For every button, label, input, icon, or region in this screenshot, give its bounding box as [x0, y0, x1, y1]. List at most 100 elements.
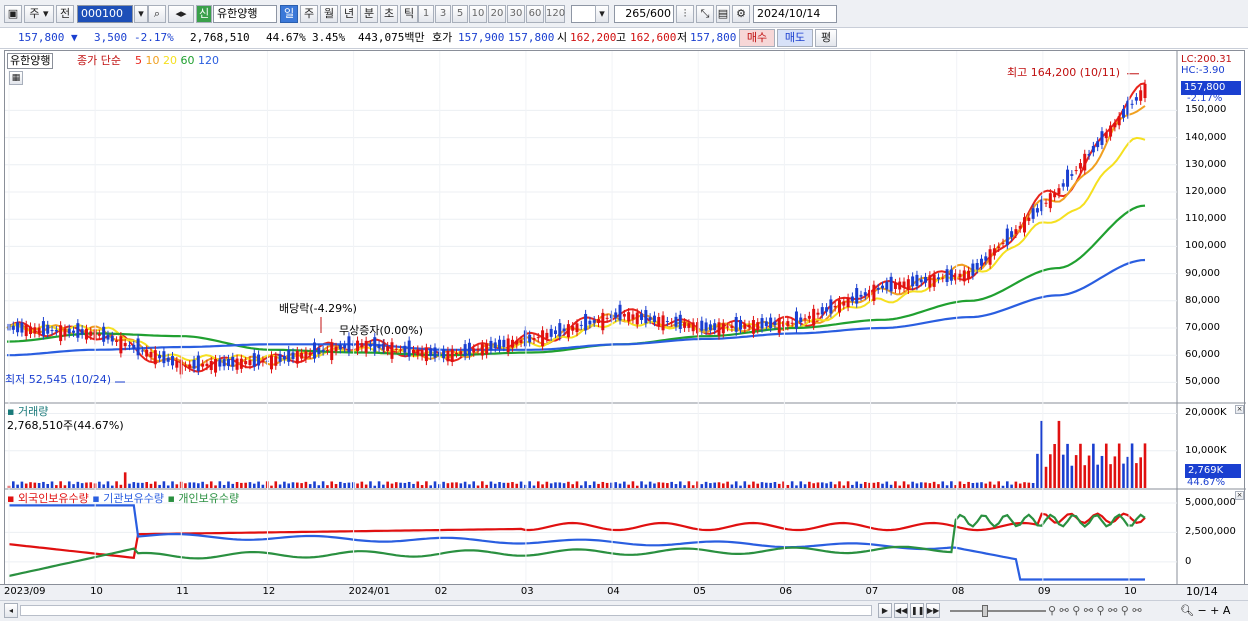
volume-bar	[734, 481, 738, 488]
volume-bar	[765, 482, 768, 488]
holding-legend-0[interactable]: ▪ 외국인보유수량	[7, 492, 92, 505]
date-field[interactable]: 2024/10/14	[753, 5, 837, 23]
holding-legend-1[interactable]: ▪ 기관보유수량	[92, 492, 167, 505]
period-button-5[interactable]: 초	[380, 5, 398, 23]
candle-body	[837, 300, 841, 313]
interval-button-20[interactable]: 20	[488, 5, 506, 23]
trade-amount: 443,075백만	[358, 31, 425, 44]
gear-icon[interactable]: ⚙	[732, 5, 750, 23]
pause-icon[interactable]: ❚❚	[910, 603, 924, 618]
print-icon[interactable]: ▤	[716, 5, 730, 23]
volume-bar	[1092, 443, 1095, 488]
stock-code-input[interactable]: 000100	[77, 5, 133, 23]
candle-body	[110, 335, 114, 342]
ma-legend-120[interactable]: 120	[198, 54, 219, 67]
ma-legend-5[interactable]: 5	[135, 54, 146, 67]
period-button-6[interactable]: 틱	[400, 5, 418, 23]
chart-canvas[interactable]	[5, 51, 1246, 601]
interval-button-30[interactable]: 30	[507, 5, 525, 23]
candle-body	[192, 359, 196, 369]
volume-bar	[115, 481, 118, 488]
candle-body	[794, 311, 798, 329]
interval-button-1[interactable]: 1	[418, 5, 434, 23]
candle-body	[898, 281, 902, 290]
period-button-3[interactable]: 년	[340, 5, 358, 23]
scrollbar-track[interactable]	[20, 605, 872, 616]
volume-bar	[343, 483, 346, 488]
zoom-tools[interactable]: ⚲ ⚯ ⚲ ⚯ ⚲ ⚯ ⚲ ⚯	[1048, 604, 1142, 618]
buy-button[interactable]: 매수	[739, 29, 775, 47]
candle-body	[63, 328, 67, 337]
speaker-icon[interactable]: ◂▸	[168, 5, 194, 23]
volume-bar	[420, 485, 424, 488]
candle-body	[545, 332, 549, 339]
scroll-left-icon[interactable]: ◂	[4, 603, 18, 618]
candle-body	[162, 351, 166, 364]
calculator-icon[interactable]: ▦	[9, 71, 23, 85]
interval-button-60[interactable]: 60	[526, 5, 544, 23]
volume-bar	[502, 482, 506, 488]
interval-button-3[interactable]: 3	[435, 5, 451, 23]
candle-body	[605, 317, 609, 319]
play-icon[interactable]: ▶	[878, 603, 892, 618]
volume-bar	[825, 483, 828, 488]
count-field[interactable]: 265/600	[614, 5, 674, 23]
speed-slider[interactable]	[950, 610, 1046, 612]
ma-legend-20[interactable]: 20	[163, 54, 181, 67]
bid-ask-label: 호가	[432, 31, 453, 44]
candle-body	[403, 345, 407, 353]
period-button-2[interactable]: 월	[320, 5, 338, 23]
volume-bar	[1122, 463, 1125, 488]
price-panel-name[interactable]: 유한양행	[7, 53, 54, 69]
chart-area[interactable]: 유한양행 종가 단순 5 10 20 60 120 ▦ LC:200.31 HC…	[4, 50, 1246, 601]
draw-tool-icon[interactable]: ⤡	[696, 5, 714, 23]
candle-body	[106, 334, 110, 340]
eval-button[interactable]: 평	[815, 29, 837, 47]
count-total: /600	[646, 7, 671, 20]
volume-bar	[154, 481, 157, 488]
search-icon[interactable]: ⌕	[148, 5, 166, 23]
prev-button[interactable]: 전	[56, 5, 74, 23]
candle-body	[1001, 242, 1005, 244]
speed-slider-thumb[interactable]	[982, 605, 988, 617]
candle-body	[450, 349, 454, 362]
volume-bar	[988, 481, 992, 488]
volume-panel-close-icon[interactable]: ×	[1235, 405, 1244, 414]
candle-body	[739, 319, 743, 330]
code-dropdown-icon[interactable]: ▾	[134, 5, 148, 23]
max-annotation: 최고 164,200 (10/11)	[1007, 66, 1121, 79]
volume-bar	[945, 485, 949, 488]
turnover-pct: 44.67%	[266, 31, 306, 44]
candle-body	[188, 364, 192, 368]
period-button-4[interactable]: 분	[360, 5, 378, 23]
interval-dropdown-icon[interactable]: ▾	[595, 5, 609, 23]
period-button-0[interactable]: 일	[280, 5, 298, 23]
indicator-icon[interactable]: ⫶	[676, 5, 694, 23]
layout-icon[interactable]: ▣	[4, 5, 22, 23]
volume-bar	[601, 481, 605, 488]
bottom-toolbar: ◂ ▶ ◀◀ ❚❚ ▶▶ ⚲ ⚯ ⚲ ⚯ ⚲ ⚯ ⚲ ⚯ 🔍︎ − + A	[0, 600, 1248, 621]
volume-bar	[984, 483, 988, 488]
period-button-1[interactable]: 주	[300, 5, 318, 23]
candle-body	[618, 304, 622, 321]
holding-legend-2[interactable]: ▪ 개인보유수량	[167, 492, 239, 505]
sell-button[interactable]: 매도	[777, 29, 813, 47]
stock-name-field[interactable]: 유한양행	[213, 5, 277, 23]
ma-legend-10[interactable]: 10	[146, 54, 164, 67]
holding-panel-close-icon[interactable]: ×	[1235, 491, 1244, 500]
interval-button-120[interactable]: 120	[545, 5, 565, 23]
price-y-tick: 80,000	[1185, 294, 1220, 306]
candle-body	[902, 281, 906, 288]
interval-button-5[interactable]: 5	[452, 5, 468, 23]
candle-body	[949, 269, 953, 281]
rewind-icon[interactable]: ◀◀	[894, 603, 908, 618]
volume-bar	[16, 484, 19, 488]
candle-body	[889, 276, 893, 292]
market-select[interactable]: 주 ▾	[24, 5, 54, 23]
volume-bar	[773, 481, 777, 488]
forward-icon[interactable]: ▶▶	[926, 603, 940, 618]
volume-bar	[747, 484, 751, 488]
interval-button-10[interactable]: 10	[469, 5, 487, 23]
zoom-icons[interactable]: 🔍︎ − + A	[1180, 604, 1230, 618]
ma-legend-60[interactable]: 60	[181, 54, 199, 67]
